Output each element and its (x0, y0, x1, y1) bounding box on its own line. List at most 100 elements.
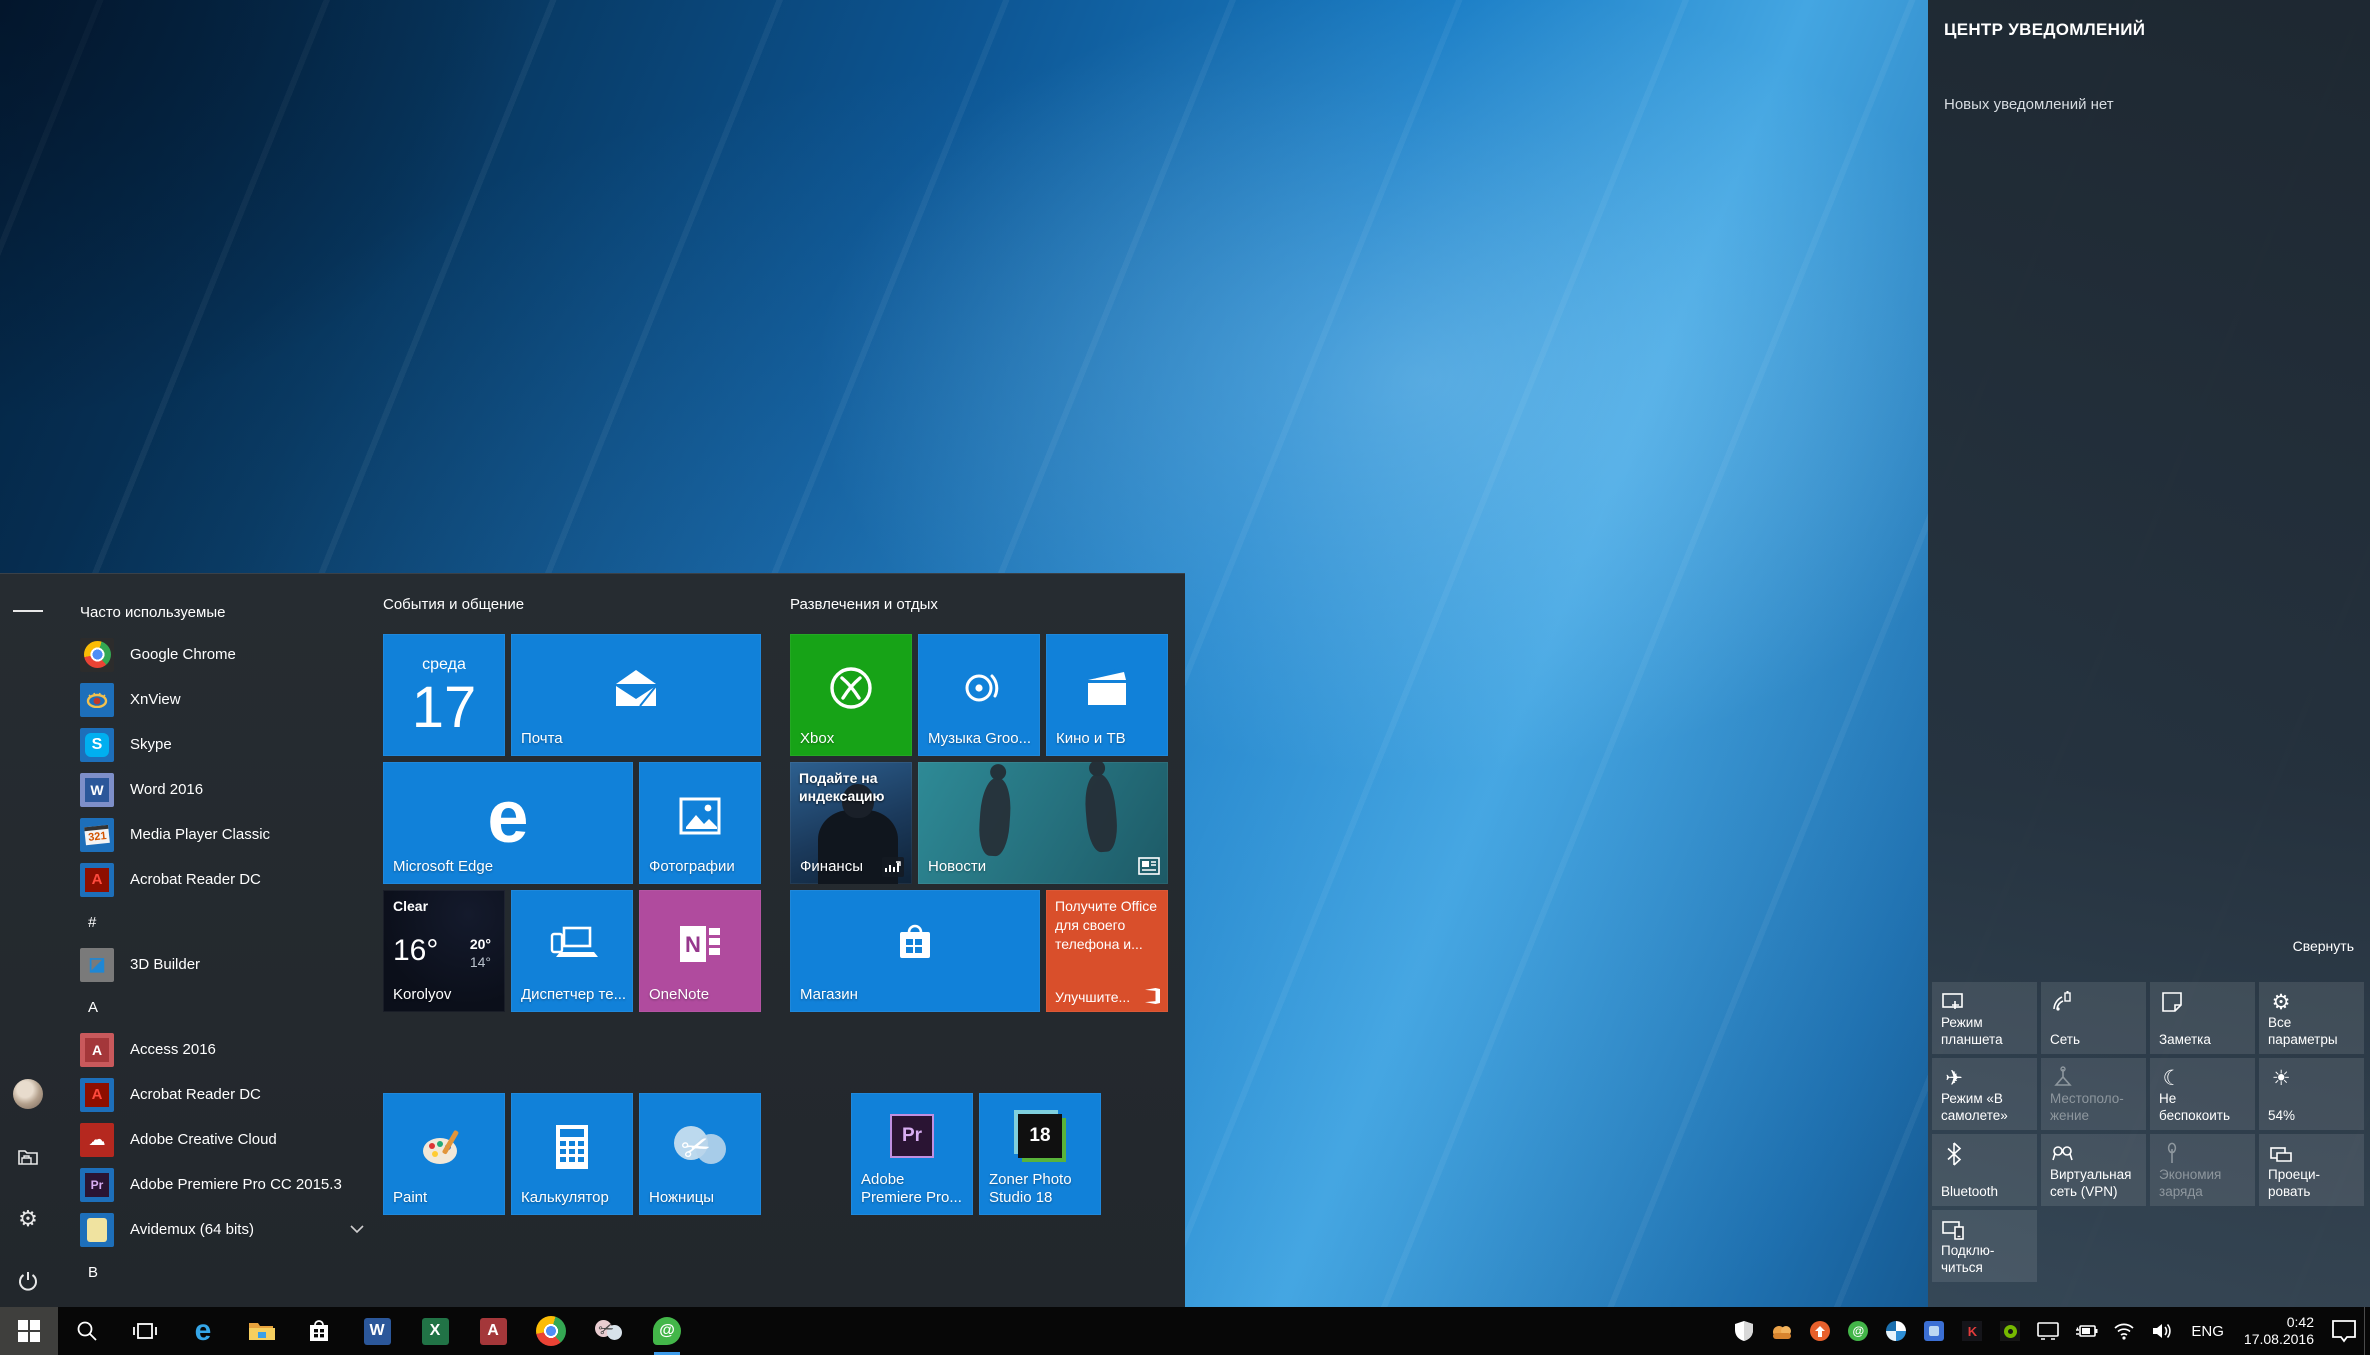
tile-groove-music[interactable]: Музыка Groo... (918, 634, 1040, 756)
app-item-adobe-creative-cloud[interactable]: ☁ Adobe Creative Cloud (56, 1117, 386, 1162)
tile-group-title-entertainment[interactable]: Развлечения и отдых (790, 596, 938, 613)
tile-movies-tv[interactable]: Кино и ТВ (1046, 634, 1168, 756)
app-item-acrobat-reader[interactable]: A Acrobat Reader DC (56, 857, 386, 902)
app-item-xnview[interactable]: XnView (56, 677, 386, 722)
user-account-button[interactable] (13, 1079, 43, 1109)
quick-action-note[interactable]: Заметка (2150, 982, 2255, 1054)
tile-label: Фотографии (649, 858, 735, 877)
office-promo-text: Получите Office для своего телефона и... (1055, 897, 1162, 954)
tray-volume-icon[interactable] (2150, 1319, 2174, 1343)
app-item-word-2016[interactable]: W Word 2016 (56, 767, 386, 812)
tile-calculator[interactable]: Калькулятор (511, 1093, 633, 1215)
quick-action-battery-saver[interactable]: Экономия заряда (2150, 1134, 2255, 1206)
tile-xbox[interactable]: Xbox (790, 634, 912, 756)
tile-onenote[interactable]: N OneNote (639, 890, 761, 1012)
chevron-down-icon[interactable] (350, 1225, 364, 1234)
zoner-18-icon: 18 (979, 1093, 1101, 1179)
settings-rail-button[interactable]: ⚙ (13, 1204, 43, 1234)
quick-action-quiet-hours[interactable]: ☾ Не беспокоить (2150, 1058, 2255, 1130)
tray-cloud-icon[interactable] (1770, 1319, 1794, 1343)
media-player-classic-icon: 321 (80, 818, 114, 852)
paint-palette-icon (383, 1093, 505, 1201)
taskbar-store[interactable] (290, 1307, 348, 1355)
quick-action-connect[interactable]: Подклю- читься (1932, 1210, 2037, 1282)
taskbar-file-explorer[interactable] (232, 1307, 290, 1355)
quick-action-network[interactable]: Сеть (2041, 982, 2146, 1054)
quick-action-vpn[interactable]: Виртуальная сеть (VPN) (2041, 1134, 2146, 1206)
tile-get-office[interactable]: Получите Office для своего телефона и...… (1046, 890, 1168, 1012)
section-letter-hash[interactable]: # (56, 902, 386, 942)
tile-zoner-photo-studio[interactable]: 18 Zoner Photo Studio 18 (979, 1093, 1101, 1215)
tray-kaspersky-icon[interactable]: K (1960, 1319, 1984, 1343)
taskbar-excel[interactable]: X (406, 1307, 464, 1355)
quick-action-bluetooth[interactable]: Bluetooth (1932, 1134, 2037, 1206)
power-button[interactable] (13, 1266, 43, 1296)
taskbar-clock[interactable]: 0:42 17.08.2016 (2244, 1314, 2314, 1348)
collapse-link[interactable]: Свернуть (2293, 938, 2354, 954)
taskbar-edge[interactable]: e (174, 1307, 232, 1355)
network-icon (2050, 989, 2076, 1015)
tile-photos[interactable]: Фотографии (639, 762, 761, 884)
app-item-3d-builder[interactable]: ◪ 3D Builder (56, 942, 386, 987)
quick-action-brightness[interactable]: ☀ 54% (2259, 1058, 2364, 1130)
tile-device-manager[interactable]: Диспетчер те... (511, 890, 633, 1012)
tray-wifi-icon[interactable] (2112, 1319, 2136, 1343)
tile-store[interactable]: Магазин (790, 890, 1040, 1012)
start-button[interactable] (0, 1307, 58, 1355)
tray-photo-app-icon[interactable] (1922, 1319, 1946, 1343)
taskbar-word[interactable]: W (348, 1307, 406, 1355)
tile-finance[interactable]: Подайте на индексацию Финансы (790, 762, 912, 884)
app-item-skype[interactable]: S Skype (56, 722, 386, 767)
section-letter-b[interactable]: В (56, 1252, 386, 1292)
tray-browser-swirl-icon[interactable] (1884, 1319, 1908, 1343)
tray-battery-icon[interactable] (2074, 1319, 2098, 1343)
tray-update-arrow-icon[interactable] (1808, 1319, 1832, 1343)
app-item-google-chrome[interactable]: Google Chrome (56, 632, 386, 677)
language-indicator[interactable]: ENG (2191, 1323, 2224, 1340)
quick-action-label: Не беспокоить (2159, 1091, 2230, 1125)
vpn-icon (2050, 1141, 2076, 1167)
taskbar-chrome[interactable] (522, 1307, 580, 1355)
task-view-button[interactable] (116, 1307, 174, 1355)
taskbar-mail-agent[interactable]: @ (638, 1307, 696, 1355)
tile-mail[interactable]: Почта (511, 634, 761, 756)
taskbar-access[interactable]: A (464, 1307, 522, 1355)
app-item-avidemux[interactable]: Avidemux (64 bits) (56, 1207, 386, 1252)
tray-nvidia-icon[interactable] (1998, 1319, 2022, 1343)
tray-at-icon[interactable]: @ (1846, 1319, 1870, 1343)
tile-microsoft-edge[interactable]: e Microsoft Edge (383, 762, 633, 884)
section-letter-a[interactable]: А (56, 987, 386, 1027)
tile-weather[interactable]: Clear 16° 20° 14° Korolyov (383, 890, 505, 1012)
news-icon (1138, 857, 1160, 877)
tile-adobe-premiere[interactable]: Pr Adobe Premiere Pro... (851, 1093, 973, 1215)
tile-snipping-tool[interactable]: ✂ Ножницы (639, 1093, 761, 1215)
app-item-adobe-premiere[interactable]: Pr Adobe Premiere Pro CC 2015.3 (56, 1162, 386, 1207)
tile-paint[interactable]: Paint (383, 1093, 505, 1215)
quick-action-all-settings[interactable]: ⚙ Все параметры (2259, 982, 2364, 1054)
app-item-access-2016[interactable]: A Access 2016 (56, 1027, 386, 1072)
tile-group-title-events[interactable]: События и общение (383, 596, 524, 613)
show-desktop-button[interactable] (2364, 1307, 2370, 1355)
tile-news[interactable]: Новости (918, 762, 1168, 884)
news-photo (1083, 773, 1120, 853)
hamburger-menu-button[interactable] (13, 596, 43, 626)
search-button[interactable] (58, 1307, 116, 1355)
tray-display-icon[interactable] (2036, 1319, 2060, 1343)
taskbar: e W X A ✂ @ (0, 1307, 2370, 1355)
at-icon: @ (653, 1317, 681, 1345)
task-view-icon (132, 1320, 158, 1342)
tray-defender-shield-icon[interactable] (1732, 1319, 1756, 1343)
app-item-acrobat-reader-2[interactable]: A Acrobat Reader DC (56, 1072, 386, 1117)
quick-action-airplane-mode[interactable]: ✈ Режим «В самолете» (1932, 1058, 2037, 1130)
file-explorer-rail-button[interactable] (13, 1142, 43, 1172)
app-item-media-player-classic[interactable]: 321 Media Player Classic (56, 812, 386, 857)
weather-temperature: 16° (393, 934, 438, 968)
action-center-button[interactable] (2324, 1307, 2364, 1355)
quick-action-label: Сеть (2050, 1032, 2080, 1049)
quick-action-location[interactable]: Местополо- жение (2041, 1058, 2146, 1130)
quick-action-project[interactable]: Проеци- ровать (2259, 1134, 2364, 1206)
airplane-icon: ✈ (1941, 1065, 1967, 1091)
tile-calendar[interactable]: среда 17 (383, 634, 505, 756)
quick-action-tablet-mode[interactable]: Режим планшета (1932, 982, 2037, 1054)
taskbar-snipping-tool[interactable]: ✂ (580, 1307, 638, 1355)
